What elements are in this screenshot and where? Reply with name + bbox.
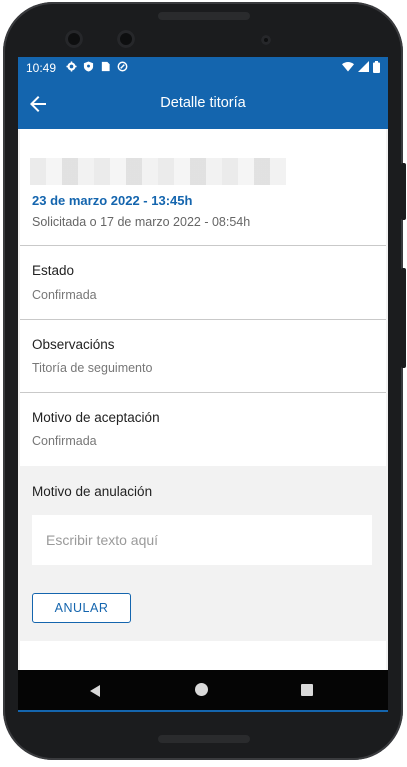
status-bar: 10:49 xyxy=(18,57,388,79)
nav-back-icon[interactable] xyxy=(88,684,102,698)
top-speaker xyxy=(158,12,250,20)
divider xyxy=(20,392,386,393)
wifi-icon xyxy=(342,61,354,72)
gear-icon xyxy=(66,61,77,72)
status-value: Confirmada xyxy=(32,288,97,302)
acceptance-reason-value: Confirmada xyxy=(32,434,97,448)
system-nav-bar xyxy=(18,670,388,710)
front-camera-left xyxy=(65,30,83,48)
nav-recents-icon[interactable] xyxy=(301,684,313,696)
bottom-speaker xyxy=(158,735,250,743)
nav-home-icon[interactable] xyxy=(195,683,208,696)
cancel-button[interactable]: ANULAR xyxy=(32,593,131,623)
page-title: Detalle titoría xyxy=(160,95,246,111)
cancel-reason-input[interactable] xyxy=(32,515,372,565)
acceptance-reason-label: Motivo de aceptación xyxy=(32,410,160,425)
proximity-sensor xyxy=(261,35,271,45)
observations-label: Observacións xyxy=(32,337,115,352)
shield-icon xyxy=(83,61,94,72)
divider xyxy=(20,319,386,320)
sim-icon xyxy=(101,61,110,72)
screen: 10:49 Detalle titoría 23 de marzo 2022 -… xyxy=(18,57,388,712)
signal-icon xyxy=(358,61,369,72)
detail-card: 23 de marzo 2022 - 13:45h Solicitada o 1… xyxy=(20,129,386,707)
status-label: Estado xyxy=(32,263,75,278)
power-button xyxy=(401,163,406,220)
app-bar: Detalle titoría xyxy=(18,79,388,129)
observations-value: Titoría de seguimento xyxy=(32,361,153,375)
cancel-section: Motivo de anulación ANULAR xyxy=(20,466,386,641)
sync-icon xyxy=(117,61,128,72)
volume-button xyxy=(401,268,406,368)
status-time: 10:49 xyxy=(26,61,57,75)
divider xyxy=(20,245,386,246)
requested-date: Solicitada o 17 de marzo 2022 - 08:54h xyxy=(32,215,251,229)
appointment-date: 23 de marzo 2022 - 13:45h xyxy=(32,193,193,208)
cancel-reason-label: Motivo de anulación xyxy=(32,484,153,499)
redacted-name xyxy=(30,158,286,185)
battery-icon xyxy=(373,61,380,73)
front-camera-right xyxy=(117,30,135,48)
